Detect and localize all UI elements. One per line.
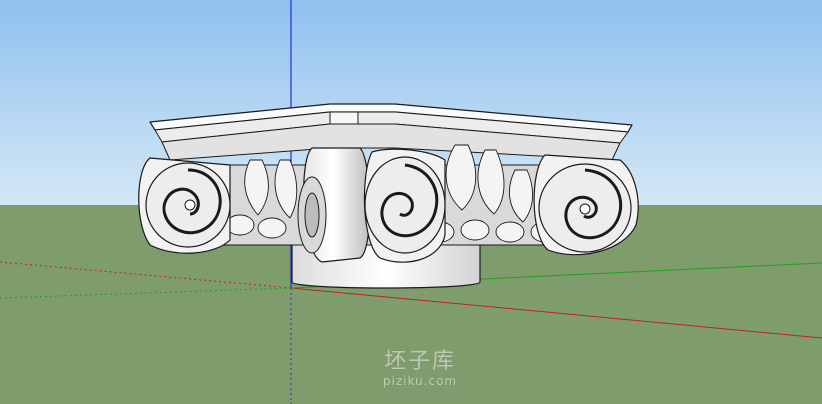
center-bolster xyxy=(297,147,371,263)
right-volute xyxy=(533,154,639,256)
middle-volute xyxy=(363,148,446,263)
scene-canvas[interactable] xyxy=(0,0,822,404)
3d-viewport[interactable]: 坯子库 piziku.com xyxy=(0,0,822,404)
left-volute xyxy=(138,157,231,254)
